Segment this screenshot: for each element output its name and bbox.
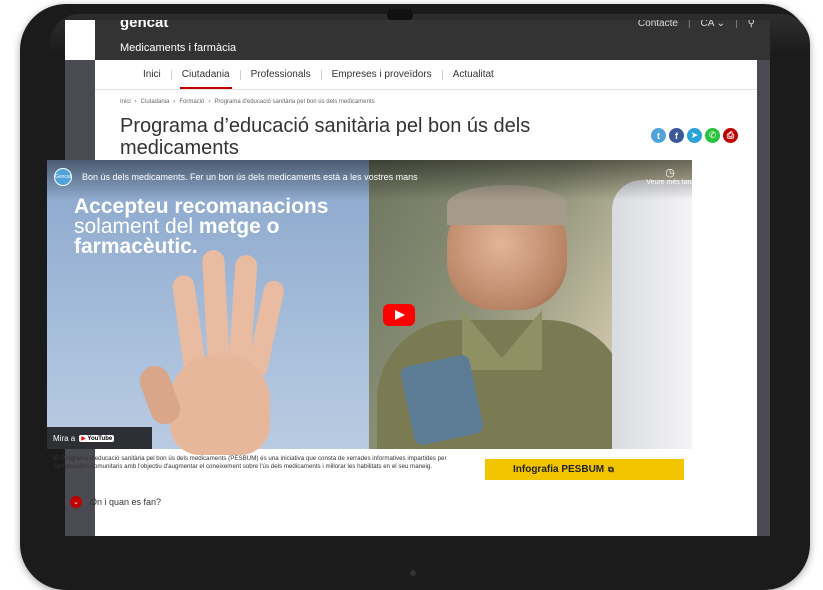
breadcrumb-item[interactable]: Inici bbox=[120, 99, 131, 105]
telegram-icon[interactable]: ➤ bbox=[687, 128, 702, 143]
print-icon[interactable]: ⎙ bbox=[723, 128, 738, 143]
raised-hand-image bbox=[135, 245, 290, 455]
chevron-down-icon: ⌄ bbox=[716, 20, 726, 29]
channel-logo[interactable]: Gencat bbox=[54, 168, 72, 186]
video-overlay-text: Accepteu recomanacions solament del metg… bbox=[74, 195, 374, 258]
header-utilities: Contacte | CA ⌄ | ⚲ bbox=[638, 20, 755, 29]
share-label: Comparteix bbox=[705, 179, 741, 186]
breadcrumb-item[interactable]: Ciutadania bbox=[141, 99, 170, 105]
breadcrumb-separator: › bbox=[208, 99, 211, 105]
separator: | bbox=[735, 20, 738, 29]
breadcrumb-current: Programa d'educació sanitària pel bon ús… bbox=[214, 99, 375, 105]
facebook-icon[interactable]: f bbox=[669, 128, 684, 143]
nav-item-professionals[interactable]: Professionals bbox=[241, 69, 321, 80]
overlay-line-1: Accepteu recomanacions bbox=[74, 195, 329, 218]
share-bar: t f ➤ ✆ ⎙ bbox=[651, 128, 738, 143]
watch-later-button[interactable]: ◷ Veure més tard bbox=[645, 166, 695, 186]
watch-on-label: Mira a bbox=[53, 433, 76, 443]
overlay-line-3: farmacèutic. bbox=[74, 235, 198, 258]
doctor-figure bbox=[612, 180, 692, 449]
twitter-icon[interactable]: t bbox=[651, 128, 666, 143]
background-strip-right bbox=[757, 60, 770, 536]
youtube-logo: ▶ YouTube bbox=[79, 434, 115, 442]
share-video-button[interactable]: ➦ Comparteix bbox=[698, 166, 748, 186]
brand-logo[interactable]: gencat bbox=[120, 20, 168, 31]
overlay-line-2b: metge o bbox=[198, 215, 280, 238]
nav-item-empreses[interactable]: Empreses i proveïdors bbox=[322, 69, 442, 80]
contact-link[interactable]: Contacte bbox=[638, 20, 678, 29]
main-nav: Inici Ciutadania Professionals Empreses … bbox=[95, 60, 770, 90]
breadcrumb: Inici › Ciutadania › Formació › Programa d'… bbox=[120, 99, 375, 105]
site-header: gencat Medicaments i farmàcia Contacte |… bbox=[95, 20, 770, 60]
share-arrow-icon: ➦ bbox=[718, 167, 728, 179]
youtube-play-icon: ▶ bbox=[81, 435, 86, 442]
program-description: El Programa d'educació sanitària pel bon… bbox=[54, 455, 447, 470]
site-title[interactable]: Medicaments i farmàcia bbox=[120, 42, 236, 54]
video-title[interactable]: Bon ús dels medicaments. Fer un bon ús d… bbox=[82, 172, 418, 182]
language-selector[interactable]: CA ⌄ bbox=[701, 20, 726, 29]
whatsapp-icon[interactable]: ✆ bbox=[705, 128, 720, 143]
faq-accordion[interactable]: ⌄ On i quan es fan? bbox=[70, 496, 161, 508]
youtube-label: YouTube bbox=[87, 435, 113, 442]
breadcrumb-separator: › bbox=[173, 99, 176, 105]
infografia-label: Infografia PESBUM bbox=[513, 464, 605, 475]
home-indicator bbox=[410, 570, 416, 576]
breadcrumb-item[interactable]: Formació bbox=[179, 99, 204, 105]
search-icon[interactable]: ⚲ bbox=[748, 20, 755, 29]
chevron-down-icon: ⌄ bbox=[70, 496, 82, 508]
separator: | bbox=[687, 20, 691, 29]
watch-on-youtube[interactable]: Mira a ▶ YouTube bbox=[47, 427, 152, 449]
language-label: CA bbox=[700, 20, 714, 29]
faq-label: On i quan es fan? bbox=[90, 497, 162, 507]
play-button[interactable] bbox=[383, 304, 415, 326]
external-link-icon: ⧉ bbox=[608, 464, 614, 474]
palm bbox=[170, 355, 270, 455]
infografia-button[interactable]: Infografia PESBUM ⧉ bbox=[485, 459, 684, 480]
nav-item-inici[interactable]: Inici bbox=[133, 69, 171, 80]
nav-item-actualitat[interactable]: Actualitat bbox=[443, 69, 504, 80]
watch-later-label: Veure més tard bbox=[646, 179, 694, 186]
nav-item-ciutadania[interactable]: Ciutadania bbox=[172, 69, 240, 89]
page-title: Programa d’educació sanitària pel bon ús… bbox=[120, 115, 531, 159]
breadcrumb-separator: › bbox=[134, 99, 137, 105]
clock-icon: ◷ bbox=[665, 167, 675, 179]
finger bbox=[201, 249, 231, 371]
